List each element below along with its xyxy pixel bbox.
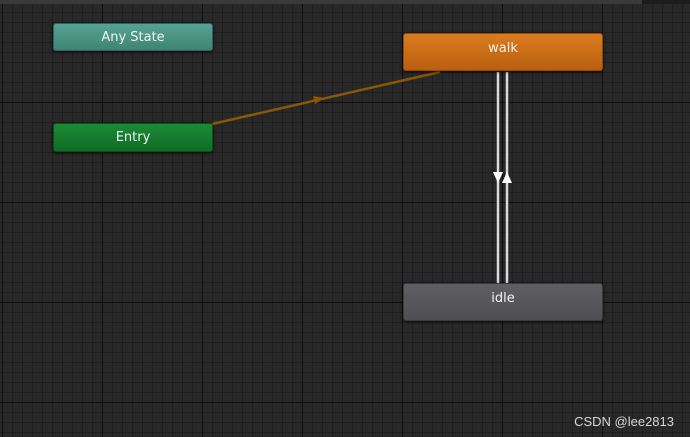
transition-idle-to-walk[interactable] xyxy=(502,72,512,283)
state-node-idle[interactable]: idle xyxy=(403,283,603,321)
transition-arrow-icon[interactable] xyxy=(313,96,325,104)
transition-entry-to-walk[interactable] xyxy=(211,70,441,126)
state-node-walk[interactable]: walk xyxy=(403,33,603,71)
graph-top-edge-corner xyxy=(642,0,690,4)
state-node-any-state[interactable]: Any State xyxy=(53,23,213,51)
watermark: CSDN @lee2813 xyxy=(574,414,674,429)
state-label: Any State xyxy=(101,29,165,45)
transition-line[interactable] xyxy=(211,70,441,126)
transition-arrow-icon[interactable] xyxy=(493,172,503,183)
animator-graph-canvas[interactable]: Any State Entry walk idle CSDN @lee2813 xyxy=(0,0,690,437)
transition-walk-to-idle[interactable] xyxy=(493,72,503,283)
transition-arrow-icon[interactable] xyxy=(502,172,512,183)
state-label: walk xyxy=(488,41,518,56)
state-label: idle xyxy=(491,291,515,306)
state-node-entry[interactable]: Entry xyxy=(53,123,213,152)
graph-top-edge xyxy=(0,0,690,4)
state-label: Entry xyxy=(115,130,151,145)
